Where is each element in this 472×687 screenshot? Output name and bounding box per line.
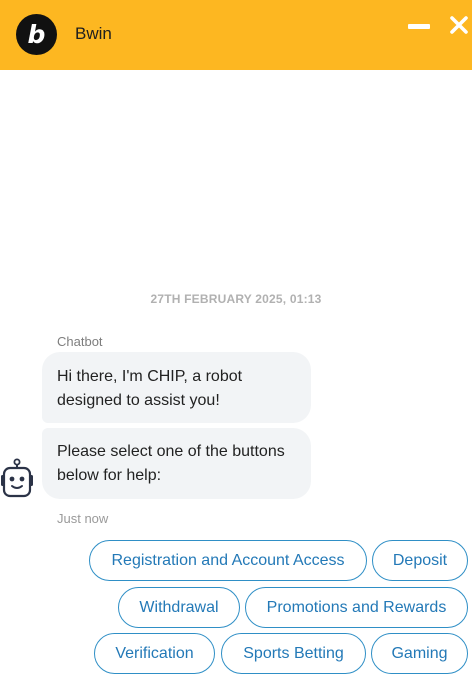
date-separator: 27TH FEBRUARY 2025, 01:13: [150, 292, 322, 306]
message-line: Hi there, I'm CHIP, a robot: [57, 368, 243, 385]
bot-message-greeting: Hi there, I'm CHIP, a robot designed to …: [42, 352, 311, 423]
close-button[interactable]: [450, 16, 468, 34]
minimize-button[interactable]: [407, 22, 431, 32]
quick-reply-verification[interactable]: Verification: [94, 633, 215, 674]
bot-message-prompt: Please select one of the buttons below f…: [42, 428, 311, 499]
message-line: Please select one of the buttons: [57, 443, 285, 460]
close-icon: [450, 16, 468, 34]
sender-name: Chatbot: [57, 334, 103, 349]
chat-title: Bwin: [75, 24, 112, 43]
bwin-logo: b: [16, 14, 57, 55]
message-timestamp: Just now: [57, 511, 109, 526]
quick-reply-withdrawal[interactable]: Withdrawal: [118, 587, 240, 628]
chat-header: b Bwin: [0, 0, 472, 70]
logo-letter: b: [27, 19, 46, 49]
robot-icon: [1, 458, 33, 498]
message-line: designed to assist you!: [57, 392, 220, 409]
message-line: below for help:: [57, 467, 162, 484]
quick-reply-promotions[interactable]: Promotions and Rewards: [245, 587, 468, 628]
quick-reply-gaming[interactable]: Gaming: [371, 633, 468, 674]
minimize-icon: [408, 24, 430, 29]
quick-reply-deposit[interactable]: Deposit: [372, 540, 468, 581]
quick-reply-registration[interactable]: Registration and Account Access: [89, 540, 367, 581]
robot-avatar: [0, 458, 38, 500]
quick-reply-sports-betting[interactable]: Sports Betting: [221, 633, 366, 674]
